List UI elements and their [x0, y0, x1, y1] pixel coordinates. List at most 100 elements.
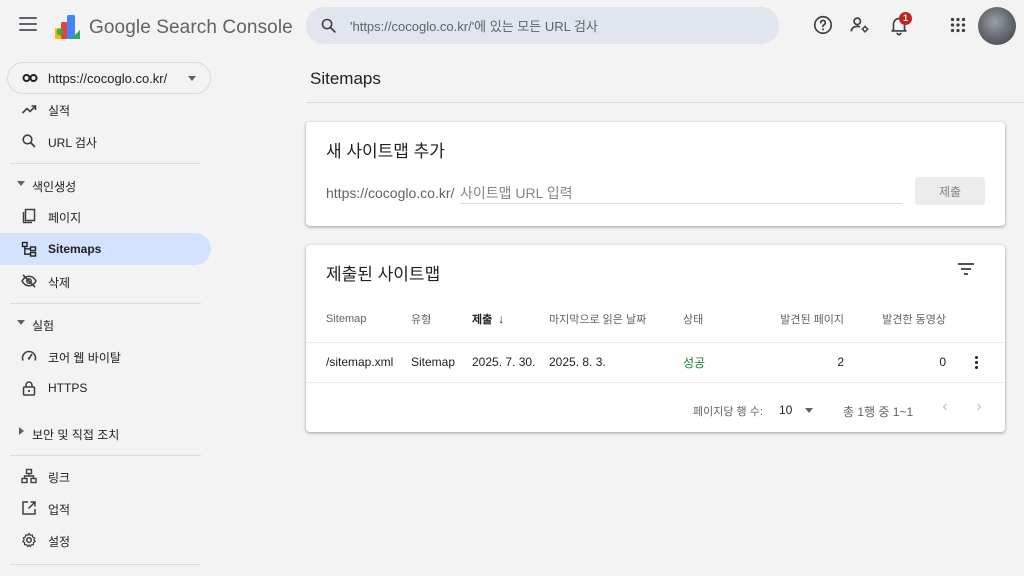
- page-title: Sitemaps: [310, 69, 381, 88]
- url-prefix: https://cocoglo.co.kr/: [326, 185, 455, 201]
- column-header-type[interactable]: 유형: [411, 296, 472, 342]
- sidebar-item-label: 코어 웹 바이탈: [48, 351, 121, 365]
- section-label: 실험: [32, 319, 55, 333]
- chevron-right-icon: [19, 427, 24, 435]
- column-header-videos[interactable]: 발견한 동영상: [846, 296, 948, 342]
- section-indexing[interactable]: 색인생성: [0, 174, 200, 196]
- sidebar-item-label: 실적: [48, 104, 71, 118]
- lock-icon: [22, 381, 36, 396]
- gear-icon: [22, 532, 36, 548]
- sidebar: https://cocoglo.co.kr/ 실적 URL 검사 색인생성 페이…: [0, 54, 222, 576]
- divider: [10, 455, 201, 456]
- page-range: 총 1행 중 1~1: [843, 405, 914, 419]
- column-label: 제출: [472, 313, 493, 326]
- more-vert-icon[interactable]: [975, 355, 979, 369]
- card-title: 제출된 사이트맵: [326, 265, 441, 284]
- chevron-right-icon[interactable]: ›: [969, 398, 989, 418]
- column-header-actions: [948, 296, 1005, 342]
- divider: [10, 163, 201, 164]
- arrow-down-icon: ↓: [498, 311, 505, 326]
- chevron-down-icon: [188, 76, 196, 81]
- sidebar-item-removals[interactable]: 삭제: [0, 265, 211, 297]
- submitted-sitemaps-card: 제출된 사이트맵 Sitemap 유형 제출 ↓ 마지막으로 읽은 날짜 상태 발…: [306, 245, 1005, 432]
- sitemap-url-input[interactable]: [460, 182, 902, 204]
- sidebar-item-url-inspection[interactable]: URL 검사: [0, 125, 211, 157]
- cell-status: 성공: [683, 341, 743, 383]
- speed-icon: [21, 350, 37, 361]
- sidebar-item-label: 링크: [48, 471, 71, 485]
- sidebar-item-achievements[interactable]: 업적: [0, 492, 211, 524]
- cell-last-read: 2025. 8. 3.: [549, 341, 683, 383]
- apps-grid-icon[interactable]: [947, 14, 969, 36]
- divider: [10, 303, 201, 304]
- search-icon: [22, 134, 36, 148]
- sitemaps-table: Sitemap 유형 제출 ↓ 마지막으로 읽은 날짜 상태 발견된 페이지 발견…: [306, 296, 1005, 383]
- sidebar-item-label: 설정: [48, 535, 71, 549]
- column-header-submitted[interactable]: 제출 ↓: [472, 296, 549, 342]
- section-experience[interactable]: 실험: [0, 313, 200, 335]
- column-header-status[interactable]: 상태: [683, 296, 743, 342]
- cell-sitemap[interactable]: /sitemap.xml: [306, 341, 411, 383]
- visibility-off-icon: [21, 274, 37, 288]
- section-label: 보안 및 직접 조치: [32, 428, 120, 442]
- chevron-left-icon[interactable]: ‹: [935, 398, 955, 418]
- app-title: Google Search Console: [89, 17, 293, 38]
- manage-users-icon[interactable]: [849, 14, 871, 36]
- cell-submitted: 2025. 7. 30.: [472, 341, 549, 383]
- sidebar-item-sitemaps[interactable]: Sitemaps: [0, 233, 211, 265]
- column-header-pages[interactable]: 발견된 페이지: [743, 296, 846, 342]
- cell-type: Sitemap: [411, 341, 472, 383]
- url-inspection-search[interactable]: [306, 7, 779, 44]
- sidebar-item-label: 페이지: [48, 211, 82, 225]
- section-security[interactable]: 보안 및 직접 조치: [0, 422, 200, 444]
- sidebar-item-performance[interactable]: 실적: [0, 93, 211, 125]
- search-input[interactable]: [350, 15, 760, 37]
- chevron-down-icon: [17, 320, 25, 325]
- section-label: 색인생성: [32, 180, 77, 194]
- filter-icon[interactable]: [956, 261, 976, 277]
- card-title: 새 사이트맵 추가: [326, 142, 445, 161]
- property-selector[interactable]: https://cocoglo.co.kr/: [7, 62, 211, 94]
- sidebar-item-core-web-vitals[interactable]: 코어 웹 바이탈: [0, 340, 211, 372]
- notification-badge: 1: [899, 12, 912, 25]
- sidebar-item-label: 업적: [48, 503, 71, 517]
- top-bar: Google Search Console 1: [0, 0, 1024, 54]
- sidebar-item-settings[interactable]: 설정: [0, 524, 211, 556]
- links-icon: [21, 468, 37, 484]
- divider: [306, 102, 1024, 103]
- table-row[interactable]: /sitemap.xml Sitemap 2025. 7. 30. 2025. …: [306, 341, 1005, 383]
- cell-videos: 0: [846, 341, 948, 383]
- sidebar-item-label: HTTPS: [48, 381, 88, 395]
- link-icon: [22, 74, 38, 82]
- rows-per-page-select[interactable]: 10: [779, 398, 819, 418]
- chevron-down-icon: [805, 408, 813, 413]
- sidebar-item-https[interactable]: HTTPS: [0, 372, 211, 404]
- rows-per-page-value: 10: [779, 403, 793, 417]
- chevron-down-icon: [17, 181, 25, 186]
- column-header-sitemap[interactable]: Sitemap: [306, 296, 411, 342]
- rows-per-page-label: 페이지당 행 수:: [693, 406, 763, 418]
- property-label: https://cocoglo.co.kr/: [48, 71, 168, 86]
- menu-icon[interactable]: [19, 17, 37, 31]
- account-avatar[interactable]: [978, 7, 1016, 45]
- sidebar-item-label: Sitemaps: [48, 242, 102, 256]
- add-sitemap-card: 새 사이트맵 추가 https://cocoglo.co.kr/ 제출: [306, 122, 1005, 226]
- pagination: 페이지당 행 수: 10 총 1행 중 1~1 ‹ ›: [306, 395, 1005, 421]
- sidebar-item-label: URL 검사: [48, 136, 97, 150]
- divider: [10, 564, 201, 565]
- sidebar-item-label: 삭제: [48, 276, 71, 290]
- sidebar-item-links[interactable]: 링크: [0, 460, 211, 492]
- cell-actions: [948, 341, 1005, 383]
- search-icon[interactable]: [320, 17, 337, 34]
- column-header-last-read[interactable]: 마지막으로 읽은 날짜: [549, 296, 683, 342]
- table-header-row: Sitemap 유형 제출 ↓ 마지막으로 읽은 날짜 상태 발견된 페이지 발견…: [306, 296, 1005, 342]
- submit-button[interactable]: 제출: [915, 177, 985, 205]
- sidebar-item-pages[interactable]: 페이지: [0, 200, 211, 232]
- cell-pages: 2: [743, 341, 846, 383]
- open-in-new-icon: [22, 501, 36, 515]
- help-icon[interactable]: [812, 14, 834, 36]
- sitemap-icon: [21, 241, 37, 257]
- pages-icon: [22, 208, 36, 224]
- search-console-logo: [55, 15, 80, 39]
- trending-up-icon: [21, 105, 37, 114]
